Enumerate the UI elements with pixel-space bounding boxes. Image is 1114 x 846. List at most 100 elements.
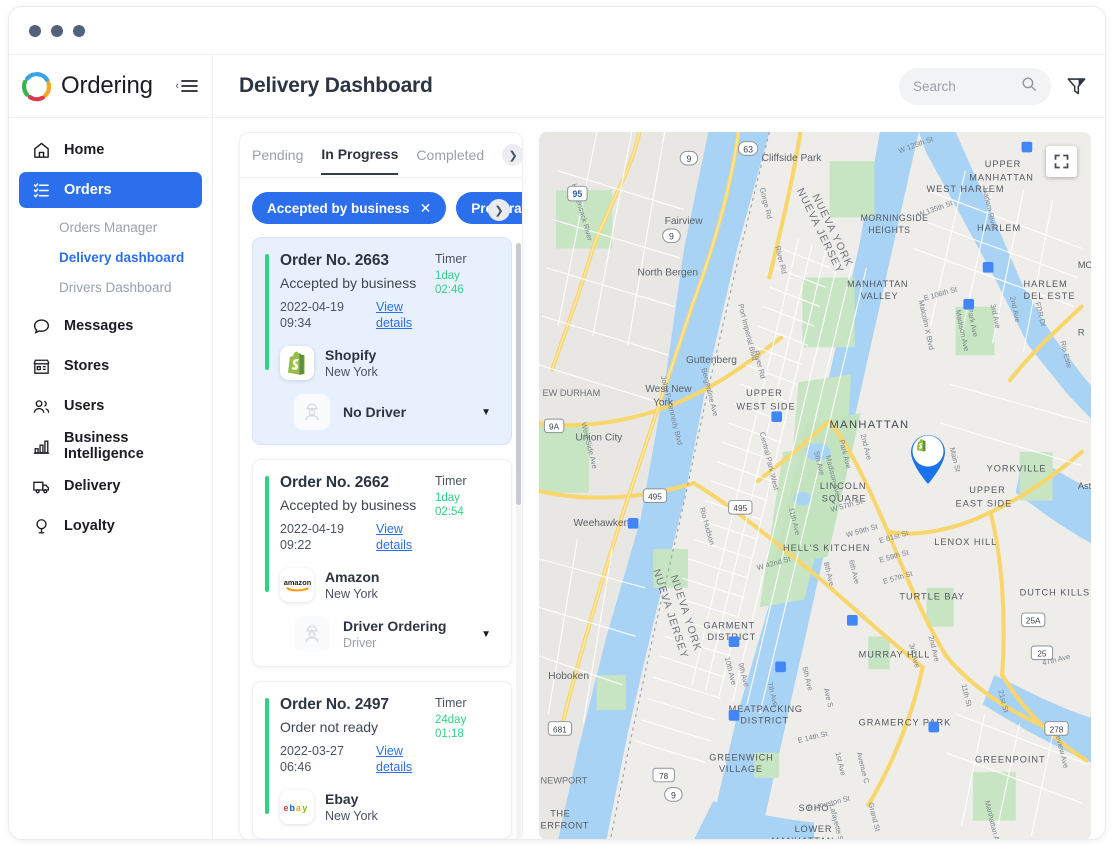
driver-name: Driver Ordering [343, 618, 447, 634]
order-info: Order No. 2497 Order not ready 2022-03-2… [270, 696, 435, 775]
business-row: amazon Amazon New York [270, 568, 497, 602]
sidebar-item-users[interactable]: Users [19, 388, 202, 424]
sidebar-item-messages[interactable]: Messages [19, 308, 202, 344]
svg-text:WEST HARLEM: WEST HARLEM [927, 184, 1005, 194]
driver-row[interactable]: No Driver ▼ [270, 394, 497, 430]
delivery-map[interactable]: Cliffside Park Fairview North Bergen Gut… [539, 132, 1091, 839]
timer-label: Timer [435, 474, 467, 488]
orders-tabs: Pending In Progress Completed ❯ [240, 133, 522, 178]
sidebar-item-delivery[interactable]: Delivery [19, 468, 202, 504]
sidebar-nav: Home Orders Orders Manager Delivery dash… [9, 118, 212, 548]
sidebar-subitem-label: Delivery dashboard [59, 249, 185, 265]
brand-name: Ordering [61, 72, 153, 99]
svg-text:DISTRICT: DISTRICT [740, 716, 789, 726]
driver-row[interactable]: Driver Ordering Driver ▼ [270, 616, 497, 652]
order-status-text: Order not ready [280, 719, 379, 735]
timer-clock: 02:54 [435, 506, 464, 518]
business-city: New York [325, 587, 378, 601]
window-close-dot[interactable] [29, 24, 41, 37]
svg-text:North Bergen: North Bergen [638, 268, 699, 279]
order-meta: 2022-04-19 09:22 View details [280, 521, 435, 553]
users-icon [31, 396, 51, 416]
order-datetime: 2022-04-19 09:22 [280, 521, 366, 553]
order-time: 09:34 [280, 316, 312, 330]
svg-text:b: b [290, 802, 296, 812]
svg-text:Guttenberg: Guttenberg [686, 355, 737, 366]
chips-next-chevron-right-icon[interactable]: ❯ [488, 199, 510, 221]
svg-text:95: 95 [573, 189, 583, 199]
driver-avatar-icon [294, 394, 330, 430]
svg-text:YORKVILLE: YORKVILLE [987, 463, 1047, 473]
tab-in-progress[interactable]: In Progress [321, 146, 399, 175]
order-date: 2022-04-19 [280, 522, 344, 536]
timer-clock: 02:46 [435, 284, 464, 296]
caret-down-icon[interactable]: ▼ [481, 407, 491, 418]
window-maximize-dot[interactable] [73, 24, 85, 37]
shopify-map-pin[interactable] [903, 427, 953, 490]
sidebar-item-home[interactable]: Home [19, 132, 202, 168]
home-icon [31, 140, 51, 160]
collapse-menu-icon[interactable]: ‹ [175, 79, 198, 93]
svg-text:a: a [296, 802, 302, 812]
timer-days: 1day [435, 270, 460, 282]
svg-text:495: 495 [648, 493, 662, 502]
page-title: Delivery Dashboard [239, 74, 433, 97]
ebay-logo: e b a y [280, 790, 314, 824]
search-box[interactable] [899, 67, 1051, 105]
svg-text:VALLEY: VALLEY [861, 291, 899, 301]
caret-down-icon[interactable]: ▼ [481, 629, 491, 640]
sidebar-subitem-drivers-dashboard[interactable]: Drivers Dashboard [19, 272, 202, 302]
sidebar-subitem-delivery-dashboard[interactable]: Delivery dashboard [19, 242, 202, 272]
orders-panel: Pending In Progress Completed ❯ Accepted… [239, 132, 523, 839]
order-card[interactable]: Order No. 2662 Accepted by business 2022… [252, 459, 512, 667]
svg-text:GARMENT: GARMENT [703, 621, 754, 631]
svg-text:EAST SIDE: EAST SIDE [956, 498, 1013, 508]
view-details-link[interactable]: View details [376, 743, 422, 775]
svg-text:WEST SIDE: WEST SIDE [736, 401, 795, 411]
chip-accepted-by-business[interactable]: Accepted by business ✕ [252, 192, 447, 224]
orders-list[interactable]: Order No. 2663 Accepted by business 2022… [240, 237, 522, 839]
svg-text:Asto: Asto [1078, 481, 1091, 491]
sidebar-subitem-orders-manager[interactable]: Orders Manager [19, 212, 202, 242]
order-card[interactable]: Order No. 2663 Accepted by business 2022… [252, 237, 512, 445]
timer-clock: 01:18 [435, 728, 464, 740]
svg-text:HEIGHTS: HEIGHTS [868, 225, 910, 235]
svg-text:Hoboken: Hoboken [548, 671, 589, 682]
svg-text:y: y [302, 802, 307, 812]
sidebar-item-loyalty[interactable]: Loyalty [19, 508, 202, 544]
search-icon[interactable] [1021, 76, 1037, 97]
svg-text:Fairview: Fairview [665, 216, 704, 227]
svg-text:Cliffside Park: Cliffside Park [762, 153, 823, 164]
sidebar-item-orders[interactable]: Orders [19, 172, 202, 208]
business-city: New York [325, 809, 378, 823]
svg-text:25A: 25A [1026, 617, 1041, 626]
orders-scrollbar-thumb[interactable] [516, 243, 521, 505]
window-minimize-dot[interactable] [51, 24, 63, 37]
svg-text:MEATPACKING: MEATPACKING [729, 704, 803, 714]
close-x-icon[interactable]: ✕ [420, 200, 432, 217]
sidebar-item-stores[interactable]: Stores [19, 348, 202, 384]
search-input[interactable] [913, 78, 1015, 94]
svg-text:MO: MO [1078, 260, 1091, 270]
app-body: Ordering ‹ Home Orders Orders Manager De… [9, 55, 1105, 839]
sidebar-item-business-intelligence[interactable]: Business Intelligence [19, 428, 202, 464]
svg-text:LINCOLN: LINCOLN [820, 481, 867, 491]
svg-text:495: 495 [733, 504, 747, 513]
business-name: Ebay [325, 791, 359, 807]
view-details-link[interactable]: View details [376, 521, 422, 553]
fullscreen-expand-icon[interactable] [1046, 146, 1077, 177]
tab-pending[interactable]: Pending [252, 147, 303, 174]
chip-label: Accepted by business [267, 200, 410, 216]
svg-text:9A: 9A [549, 423, 560, 432]
driver-avatar-icon [294, 616, 330, 652]
view-details-link[interactable]: View details [376, 299, 422, 331]
order-card[interactable]: Order No. 2497 Order not ready 2022-03-2… [252, 681, 512, 839]
filter-funnel-icon[interactable] [1063, 73, 1089, 99]
tab-completed[interactable]: Completed [416, 147, 484, 174]
svg-text:NEWPORT: NEWPORT [541, 776, 588, 786]
svg-text:9: 9 [686, 154, 691, 164]
order-status-bar [265, 476, 269, 592]
tabs-next-chevron-right-icon[interactable]: ❯ [502, 144, 522, 166]
map-canvas: Cliffside Park Fairview North Bergen Gut… [539, 132, 1091, 839]
bar-chart-icon [31, 436, 51, 456]
